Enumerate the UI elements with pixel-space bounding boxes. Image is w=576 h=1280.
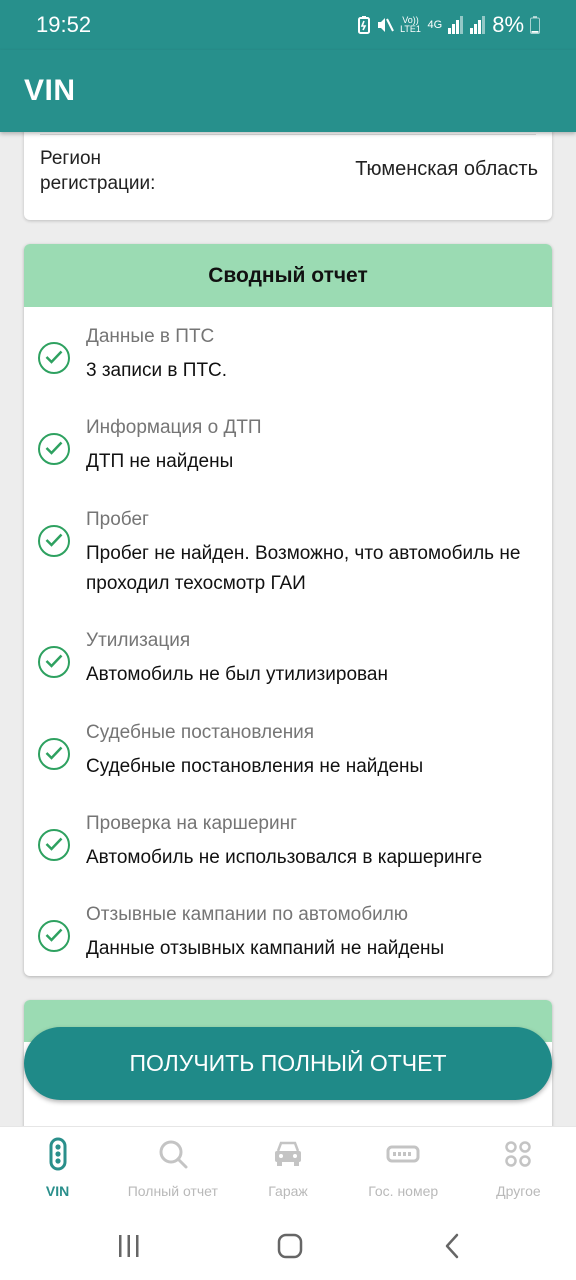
region-value: Тюменская область	[355, 158, 538, 180]
battery-percent: 8%	[492, 12, 524, 37]
item-text: ДТП не найдены	[86, 451, 234, 472]
item-title: Пробег	[86, 509, 149, 530]
nav-label: Гараж	[268, 1183, 308, 1199]
nav-item-full-report[interactable]: Полный отчет	[115, 1127, 230, 1210]
nav-label: Гос. номер	[368, 1183, 439, 1199]
item-title: Информация о ДТП	[86, 417, 262, 438]
app-bar: VIN	[0, 50, 576, 132]
system-nav-bar	[0, 1210, 576, 1280]
car-icon	[271, 1137, 305, 1171]
item-text: Данные отзывных кампаний не найдены	[86, 938, 445, 959]
check-circle-icon	[38, 738, 70, 770]
check-circle-icon	[38, 433, 70, 465]
nav-item-garage[interactable]: Гараж	[230, 1127, 345, 1210]
search-icon	[156, 1137, 190, 1171]
check-circle-icon	[38, 829, 70, 861]
item-title: Утилизация	[86, 630, 191, 651]
item-text: Автомобиль не был утилизирован	[86, 664, 388, 685]
signal-icon	[448, 16, 464, 34]
network-type: 4G	[427, 18, 443, 31]
divider	[40, 134, 536, 135]
item-title: Отзывные кампании по автомобилю	[86, 904, 409, 925]
item-text: Пробег не найден. Возможно, что автомоби…	[86, 543, 521, 594]
summary-card: Сводный отчет Данные в ПТС 3 записи в ПТ…	[24, 244, 552, 976]
status-bar: 19:52 Vo)) LTE1 4G 8%	[0, 0, 576, 50]
item-title: Данные в ПТС	[86, 326, 215, 347]
license-plate-icon	[386, 1137, 420, 1171]
traffic-light-icon	[41, 1137, 75, 1171]
get-full-report-button[interactable]: ПОЛУЧИТЬ ПОЛНЫЙ ОТЧЕТ	[24, 1027, 552, 1100]
summary-title: Сводный отчет	[24, 244, 552, 307]
check-circle-icon	[38, 342, 70, 374]
battery-icon	[530, 16, 540, 34]
grid-icon	[501, 1137, 535, 1171]
region-label: Регион регистрации:	[40, 148, 156, 194]
region-card: Регион регистрации: Тюменская область	[24, 132, 552, 220]
bottom-nav: VIN Полный отчет Гараж Гос. номер Другое	[0, 1126, 576, 1210]
volte-indicator: Vo)) LTE1	[400, 15, 421, 34]
item-text: Судебные постановления не найдены	[86, 756, 424, 777]
item-text: 3 записи в ПТС.	[86, 360, 228, 381]
status-time: 19:52	[36, 12, 92, 37]
status-icons: Vo)) LTE1 4G 8%	[357, 12, 540, 38]
nav-item-vin[interactable]: VIN	[0, 1127, 115, 1210]
item-text: Автомобиль не использовался в каршеринге	[86, 847, 483, 868]
check-circle-icon	[38, 646, 70, 678]
nav-label: VIN	[45, 1183, 70, 1199]
nav-label: Другое	[496, 1183, 541, 1199]
content-scroll[interactable]: Регион регистрации: Тюменская область Св…	[0, 132, 576, 1126]
battery-saver-icon	[357, 16, 370, 34]
nav-item-plate[interactable]: Гос. номер	[346, 1127, 461, 1210]
mute-icon	[377, 18, 394, 32]
item-title: Проверка на каршеринг	[86, 813, 297, 834]
check-circle-icon	[38, 920, 70, 952]
recent-apps-button[interactable]	[114, 1232, 144, 1260]
check-circle-icon	[38, 525, 70, 557]
back-button[interactable]	[438, 1232, 468, 1260]
signal-icon-2	[470, 16, 486, 34]
nav-label: Полный отчет	[127, 1183, 218, 1199]
nav-item-other[interactable]: Другое	[461, 1127, 576, 1210]
item-title: Судебные постановления	[86, 722, 315, 743]
home-button[interactable]	[275, 1232, 305, 1260]
app-title: VIN	[24, 74, 76, 107]
